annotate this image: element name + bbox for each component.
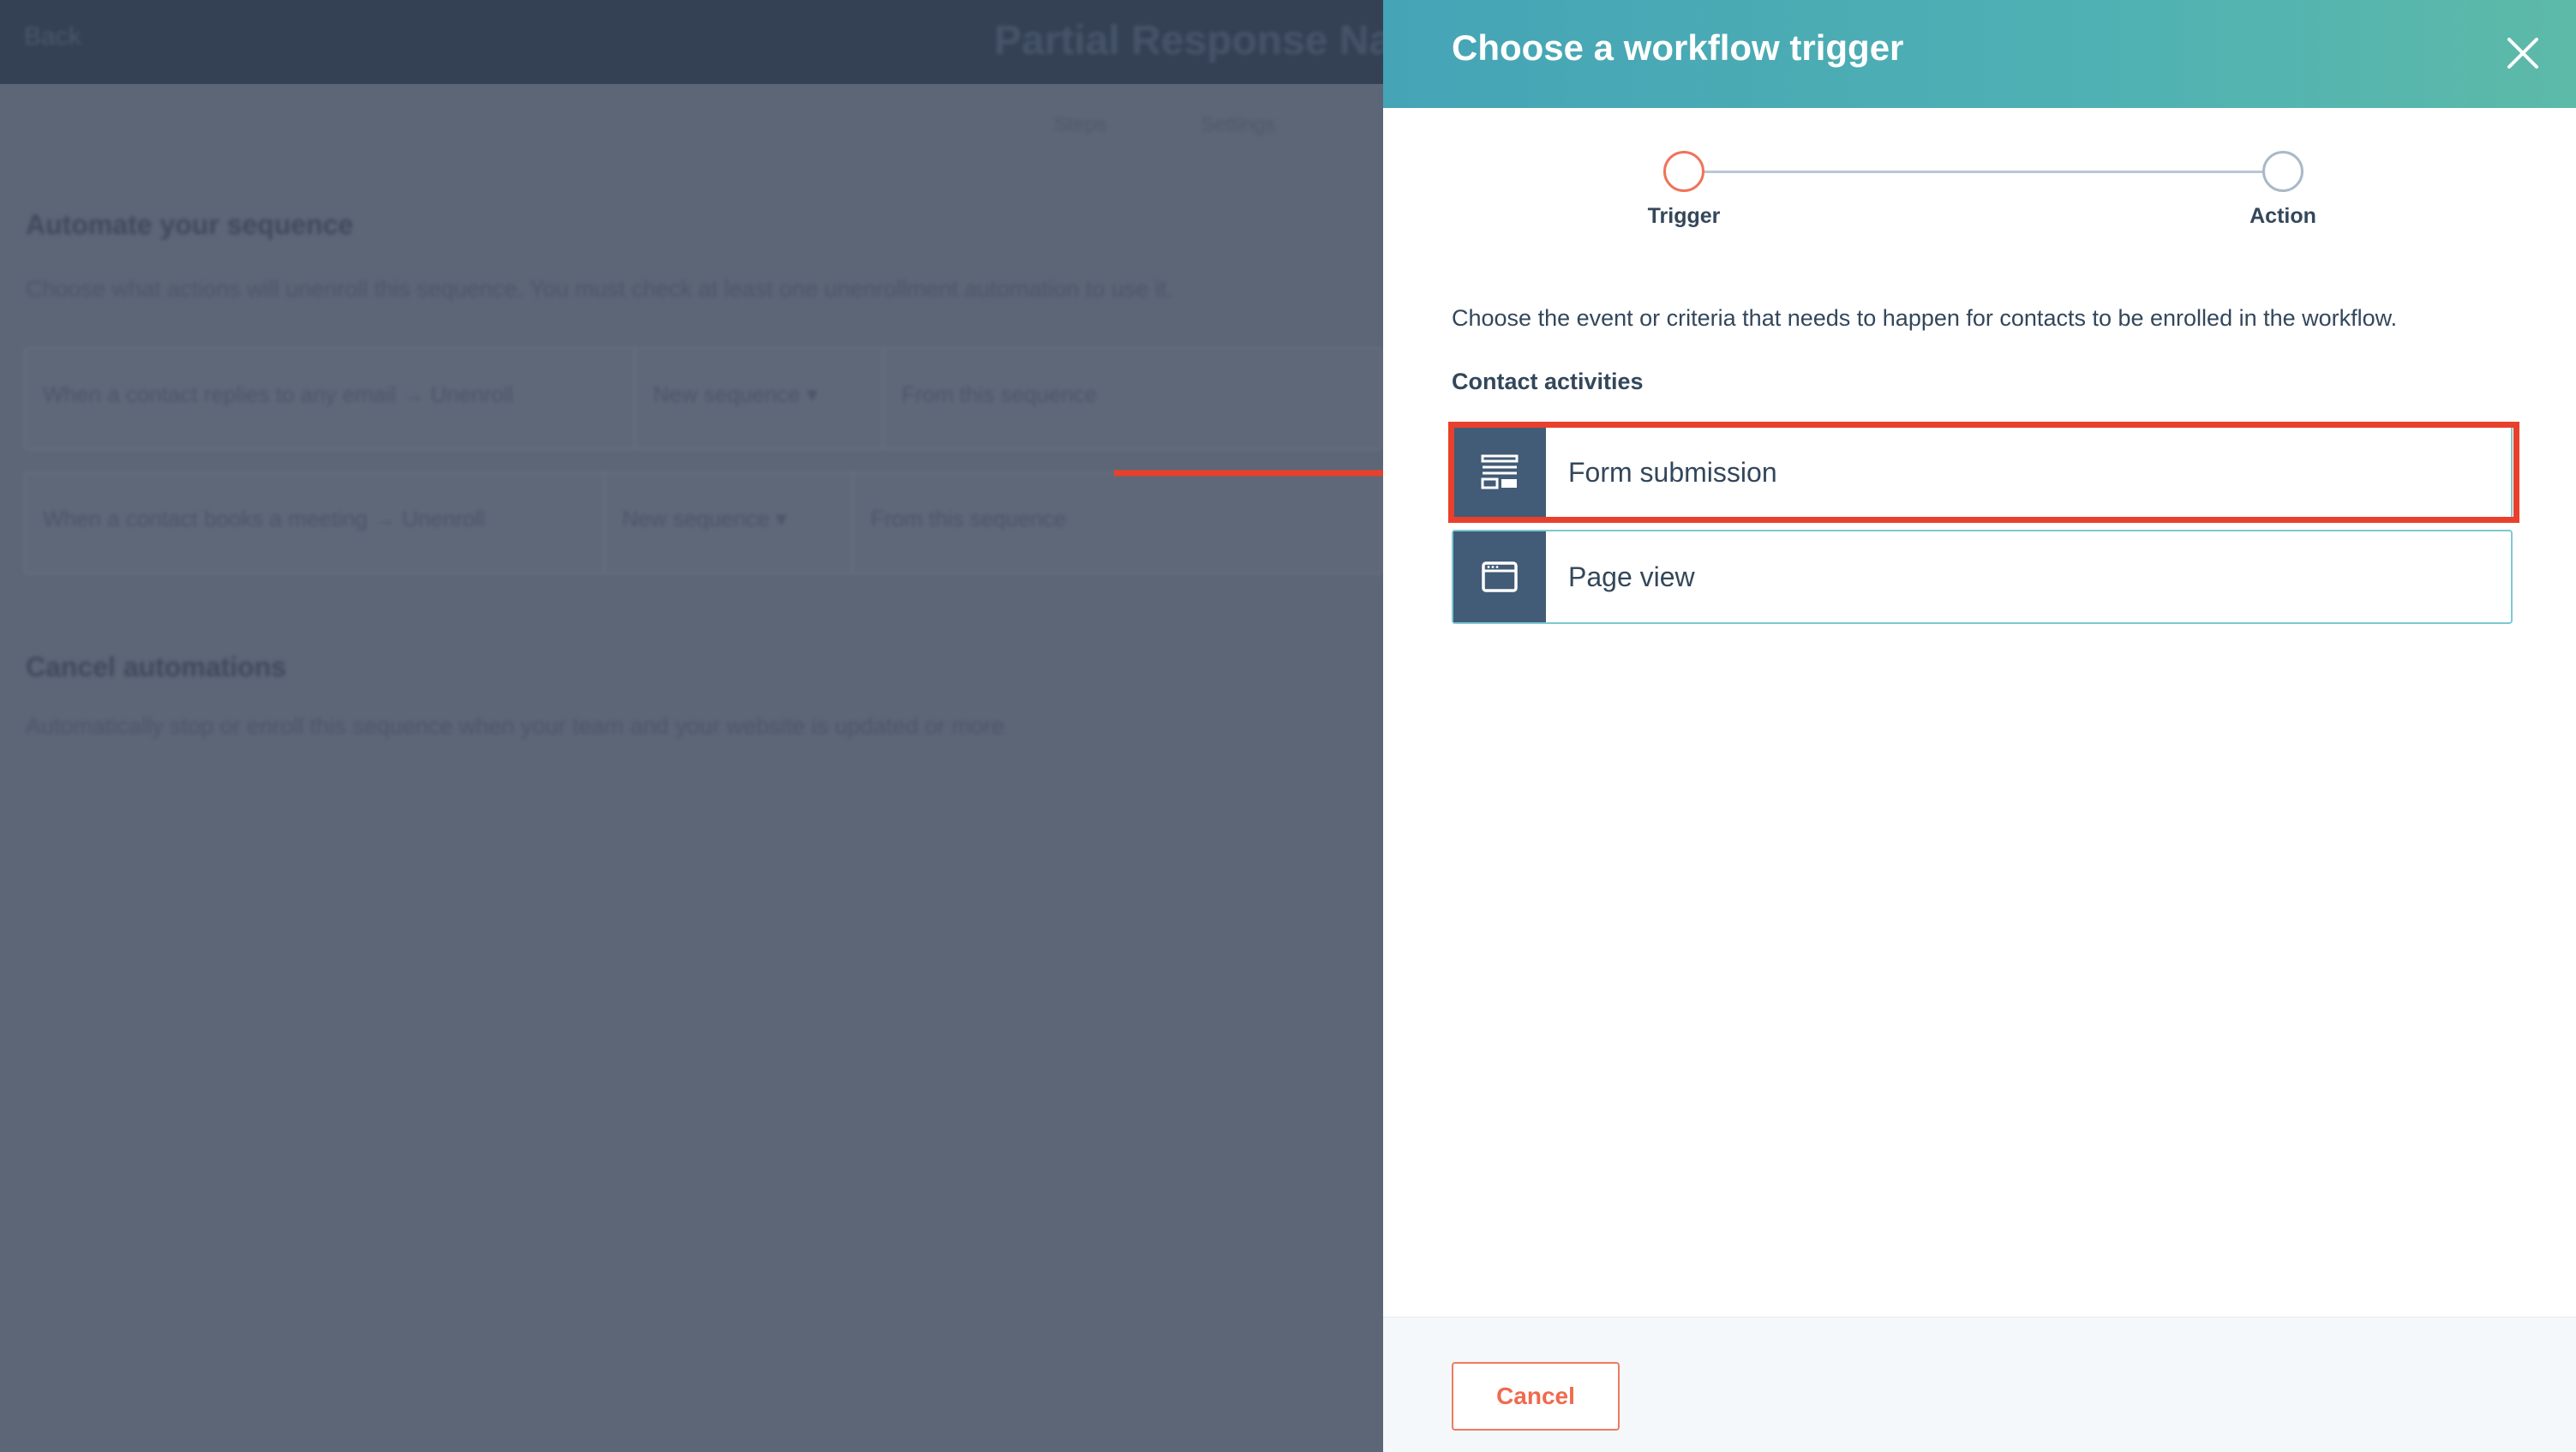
option-form-submission[interactable]: Form submission [1452,425,2513,519]
panel-title: Choose a workflow trigger [1452,27,1904,68]
contact-activities-heading: Contact activities [1452,369,1644,394]
background-page: Back Partial Response Na Steps Settings … [0,0,1383,1452]
workflow-trigger-panel: Choose a workflow trigger Trigger Action… [1383,0,2576,1452]
cancel-automations-heading: Cancel automations [26,651,287,682]
panel-footer: Cancel [1383,1317,2576,1452]
option-label-page-view: Page view [1568,561,1695,592]
automation-action: From this sequence [902,381,1098,407]
stepper-line [1685,171,2283,173]
automate-description: Choose what actions will unenroll this s… [26,276,1173,302]
option-icon-container [1453,531,1546,622]
panel-header: Choose a workflow trigger [1383,0,2576,108]
automation-row: When a contact replies to any email → Un… [24,347,1383,450]
progress-stepper: Trigger Action [1383,151,2576,254]
automation-select: New sequence ▾ [636,349,884,448]
automation-trigger: When a contact replies to any email → Un… [26,349,636,448]
step-action-label: Action [2250,204,2316,228]
background-tab: Steps [1054,113,1107,136]
form-icon [1481,454,1519,489]
automation-trigger: When a contact books a meeting → Unenrol… [26,473,605,573]
instructions-text: Choose the event or criteria that needs … [1452,305,2398,331]
automate-heading: Automate your sequence [26,209,354,240]
cancel-automations-description: Automatically stop or enroll this sequen… [26,713,1005,739]
background-tab: Settings [1201,113,1276,136]
background-tabs: Steps Settings [1054,113,1275,137]
step-action-dot [2262,151,2303,192]
option-icon-container [1453,427,1546,518]
automation-action: From this sequence [871,506,1067,531]
cancel-button[interactable]: Cancel [1452,1362,1620,1431]
background-page-title: Partial Response Na [994,18,1383,63]
option-page-view[interactable]: Page view [1452,530,2513,624]
step-trigger-dot [1663,151,1704,192]
option-label-form-submission: Form submission [1568,456,1777,488]
background-topbar: Back Partial Response Na [0,0,1383,84]
browser-window-icon [1482,561,1518,592]
back-link: Back [24,22,81,51]
close-icon[interactable] [2504,34,2542,72]
automation-select: New sequence ▾ [605,473,854,573]
step-trigger-label: Trigger [1647,204,1721,228]
